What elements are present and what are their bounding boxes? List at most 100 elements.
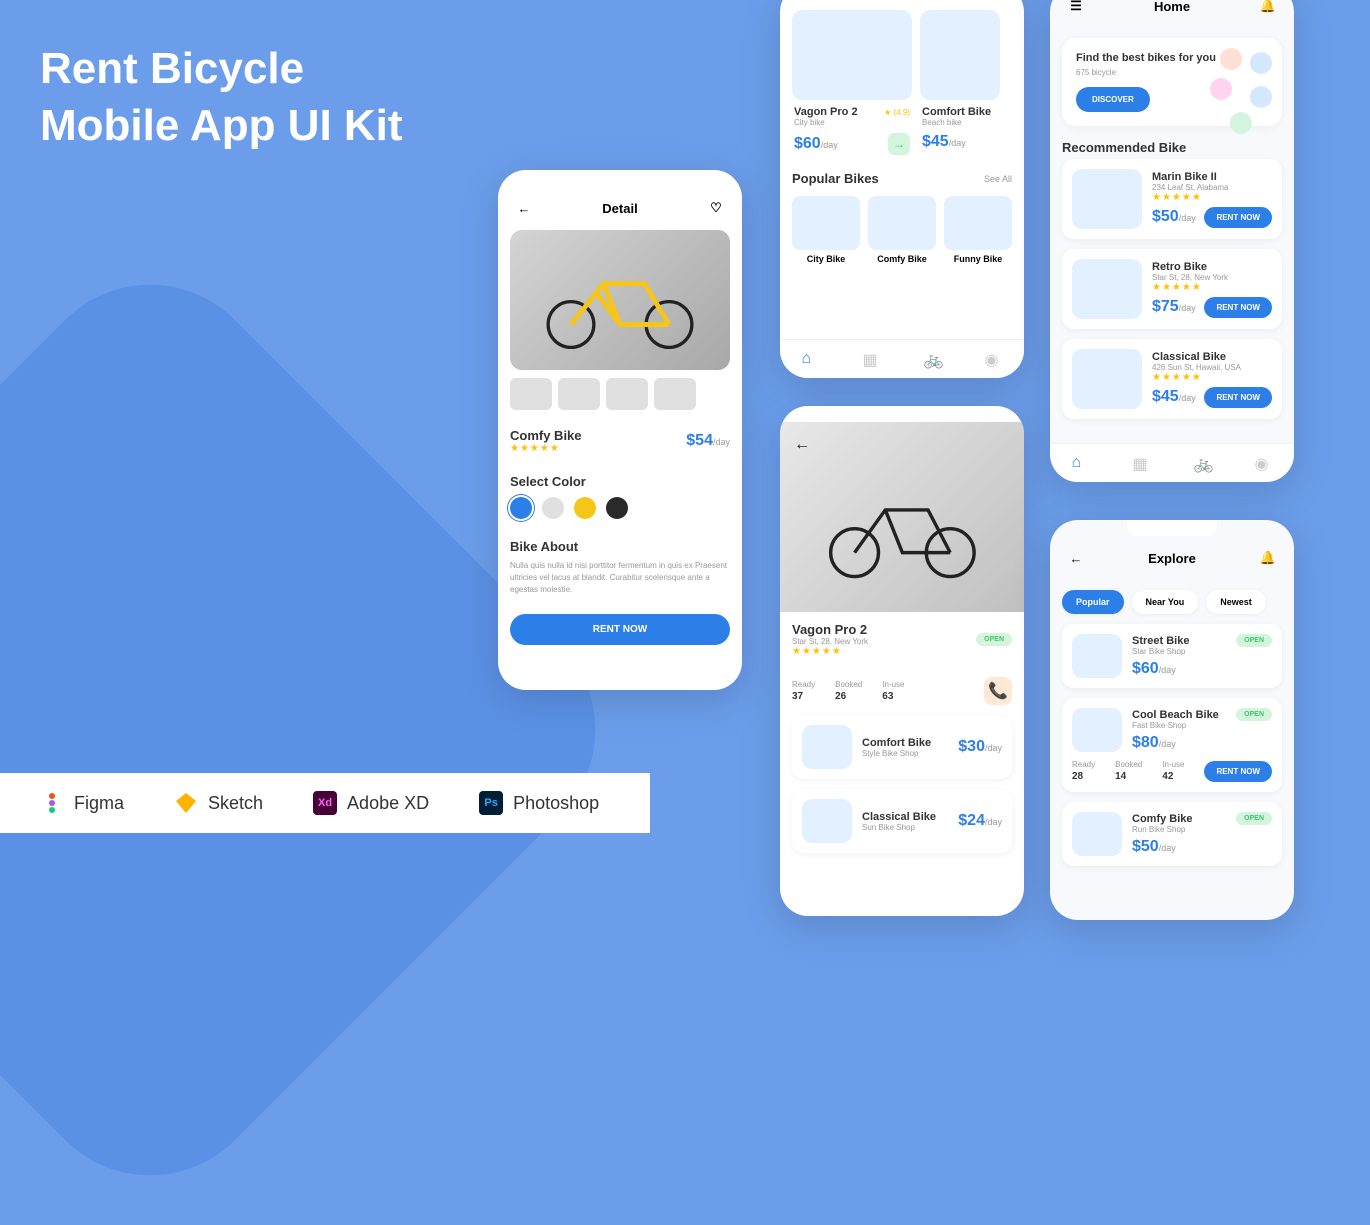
product-image — [510, 230, 730, 370]
shop-bike-card[interactable]: Comfort BikeStyle Bike Shop$30/day — [792, 715, 1012, 779]
home-icon[interactable]: ⌂ — [1072, 454, 1090, 472]
rec-title: Recommended Bike — [1050, 136, 1294, 159]
rent-button[interactable]: RENT NOW — [1204, 297, 1272, 318]
back-icon[interactable]: ← — [1066, 548, 1086, 568]
explore-card[interactable]: Comfy BikeOPENRun Bike Shop$50/day — [1062, 802, 1282, 866]
bike-image — [1072, 634, 1122, 678]
tools-bar: Figma Sketch XdAdobe XD PsPhotoshop — [0, 773, 650, 833]
rating-stars: ★★★★★ — [1152, 372, 1272, 383]
user-icon[interactable]: ◉ — [1255, 454, 1273, 472]
rec-card[interactable]: Classical Bike426 Sun St, Hawaii, USA★★★… — [1062, 339, 1282, 419]
screen-detail: ← Detail ♡ Comfy Bike ★★★★★ $54/day Sele… — [498, 170, 742, 690]
pill-popular[interactable]: Popular — [1062, 590, 1124, 614]
bike-image — [802, 725, 852, 769]
bike-image — [802, 799, 852, 843]
thumbnails — [498, 370, 742, 418]
discover-button[interactable]: DISCOVER — [1076, 87, 1150, 112]
bubble-icon — [1250, 86, 1272, 108]
figma-icon — [40, 791, 64, 815]
arrow-icon[interactable]: → — [888, 133, 910, 155]
bubble-icon — [1220, 48, 1242, 70]
bike-image — [1072, 349, 1142, 409]
rec-card[interactable]: Marin Bike II234 Leaf St, Alabama★★★★★$5… — [1062, 159, 1282, 239]
product-name: Comfy Bike — [510, 428, 582, 443]
thumb[interactable] — [510, 378, 552, 410]
bike-image — [1072, 708, 1122, 752]
rent-button[interactable]: RENT NOW — [1204, 207, 1272, 228]
category-card[interactable]: Comfy Bike — [868, 196, 936, 264]
sketch-icon — [174, 791, 198, 815]
calendar-icon[interactable]: ▦ — [1133, 454, 1151, 472]
bike-image — [1072, 812, 1122, 856]
stat: Booked26 — [835, 680, 862, 702]
bike-image — [1072, 169, 1142, 229]
bubble-icon — [1210, 78, 1232, 100]
category-card[interactable]: Funny Bike — [944, 196, 1012, 264]
ps-icon: Ps — [479, 791, 503, 815]
tool-xd: XdAdobe XD — [313, 791, 429, 815]
select-color-label: Select Color — [510, 474, 730, 489]
page-title: Rent Bicycle Mobile App UI Kit — [40, 40, 403, 154]
rent-button[interactable]: RENT NOW — [1204, 761, 1272, 782]
heart-icon[interactable]: ♡ — [706, 198, 726, 218]
user-icon[interactable]: ◉ — [985, 350, 1003, 368]
screen-home: ☰ Home 🔔 Find the best bikes for you 675… — [1050, 0, 1294, 482]
tool-figma: Figma — [40, 791, 124, 815]
shop-hero-image: ← — [780, 422, 1024, 612]
color-yellow[interactable] — [574, 497, 596, 519]
nav-bar: ⌂ ▦ 🚲 ◉ — [1050, 443, 1294, 482]
rating-stars: ★★★★★ — [510, 443, 582, 454]
about-label: Bike About — [510, 539, 730, 554]
about-text: Nulla quis nulla id nisi porttitor ferme… — [510, 560, 730, 596]
calendar-icon[interactable]: ▦ — [863, 350, 881, 368]
color-blue[interactable] — [510, 497, 532, 519]
xd-icon: Xd — [313, 791, 337, 815]
back-icon[interactable]: ← — [794, 436, 810, 454]
shop-bike-card[interactable]: Classical BikeSun Bike Shop$24/day — [792, 789, 1012, 853]
home-icon[interactable]: ⌂ — [802, 350, 820, 368]
status-badge: OPEN — [1236, 812, 1272, 825]
screen-list: Vagon Pro 2★ (4.9) City bike $60/day→ Co… — [780, 0, 1024, 378]
stat: In-use63 — [882, 680, 904, 702]
explore-card[interactable]: Cool Beach BikeOPENFast Bike Shop$80/day… — [1062, 698, 1282, 792]
category-card[interactable]: City Bike — [792, 196, 860, 264]
rent-button[interactable]: RENT NOW — [1204, 387, 1272, 408]
price: $54/day — [686, 432, 730, 450]
see-all-link[interactable]: See All — [984, 174, 1012, 184]
color-black[interactable] — [606, 497, 628, 519]
bike-image — [1072, 259, 1142, 319]
thumb[interactable] — [558, 378, 600, 410]
rating-stars: ★★★★★ — [792, 646, 868, 657]
phone-icon[interactable]: 📞 — [984, 677, 1012, 705]
header-title: Detail — [602, 201, 637, 216]
status-badge: OPEN — [1236, 634, 1272, 647]
explore-card[interactable]: Street BikeOPENStar Bike Shop$60/day — [1062, 624, 1282, 688]
featured-card[interactable]: Vagon Pro 2★ (4.9) City bike $60/day→ — [792, 10, 912, 161]
bubble-icon — [1250, 52, 1272, 74]
bell-icon[interactable]: 🔔 — [1258, 0, 1278, 16]
hero-card: Find the best bikes for you 675 bicycle … — [1062, 38, 1282, 126]
bike-icon[interactable]: 🚲 — [924, 350, 942, 368]
back-icon[interactable]: ← — [514, 198, 534, 218]
tool-sketch: Sketch — [174, 791, 263, 815]
tool-ps: PsPhotoshop — [479, 791, 599, 815]
color-grey[interactable] — [542, 497, 564, 519]
pill-newest[interactable]: Newest — [1206, 590, 1266, 614]
screen-explore: ← Explore 🔔 Popular Near You Newest Stre… — [1050, 520, 1294, 920]
header-title: Explore — [1148, 551, 1196, 566]
rec-card[interactable]: Retro BikeStar St, 28, New York★★★★★$75/… — [1062, 249, 1282, 329]
header-title: Home — [1154, 0, 1190, 14]
featured-card[interactable]: Comfort Bike Beach bike $45/day — [920, 10, 1000, 161]
screen-shop: ← Vagon Pro 2 Star St, 28, New York ★★★★… — [780, 406, 1024, 916]
menu-icon[interactable]: ☰ — [1066, 0, 1086, 16]
star-icon: ★ (4.9) — [884, 108, 910, 117]
bike-icon[interactable]: 🚲 — [1194, 454, 1212, 472]
bubble-icon — [1230, 112, 1252, 134]
rent-now-button[interactable]: RENT NOW — [510, 614, 730, 645]
nav-bar: ⌂ ▦ 🚲 ◉ — [780, 339, 1024, 378]
status-badge: OPEN — [1236, 708, 1272, 721]
pill-near[interactable]: Near You — [1132, 590, 1199, 614]
thumb[interactable] — [606, 378, 648, 410]
thumb[interactable] — [654, 378, 696, 410]
bell-icon[interactable]: 🔔 — [1258, 548, 1278, 568]
